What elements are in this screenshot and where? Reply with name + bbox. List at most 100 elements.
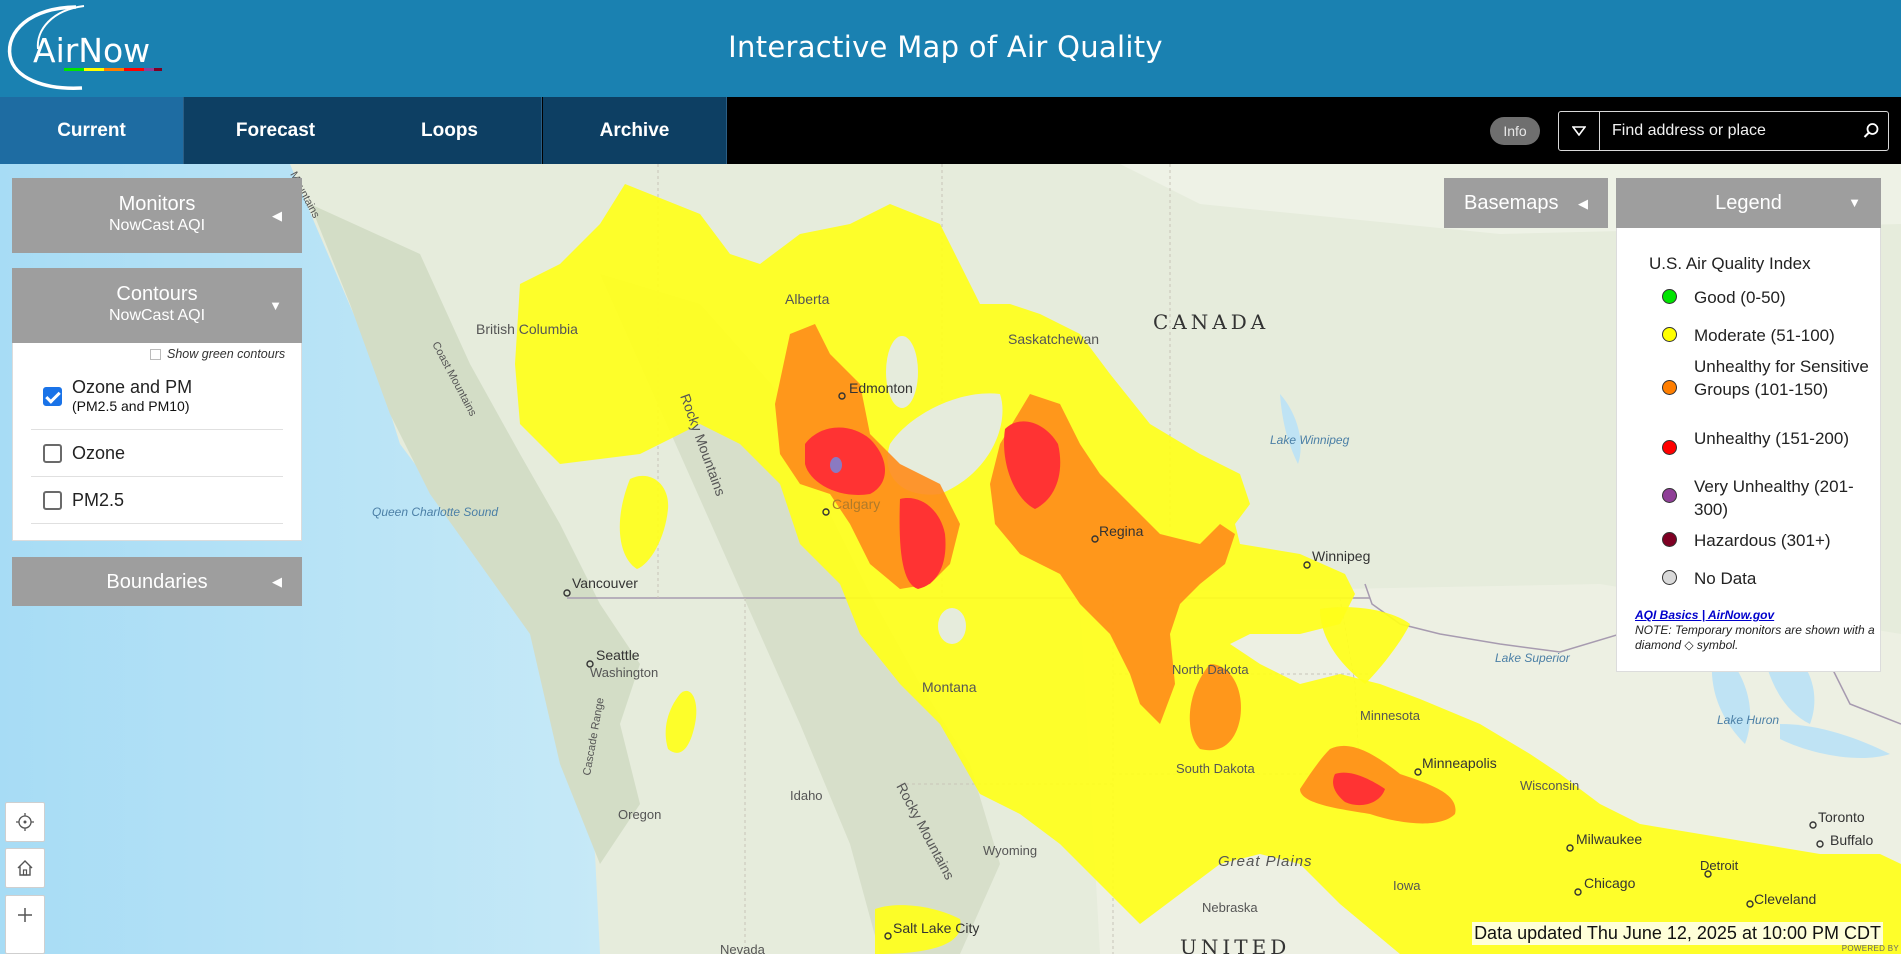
- label-wyoming: Wyoming: [983, 843, 1037, 858]
- label-montana: Montana: [922, 679, 977, 695]
- home-icon: [17, 860, 33, 876]
- option-ozone-and-pm[interactable]: Ozone and PM (PM2.5 and PM10): [31, 363, 283, 430]
- aqi-basics-link[interactable]: AQI Basics | AirNow.gov: [1635, 608, 1774, 622]
- crosshair-icon: [16, 813, 34, 831]
- legend-item-hazardous: Hazardous (301+): [1662, 529, 1872, 552]
- monitors-subtitle: NowCast AQI: [108, 217, 206, 234]
- label-winnipeg: Winnipeg: [1312, 548, 1370, 564]
- tab-current[interactable]: Current: [0, 97, 184, 164]
- label-iowa: Iowa: [1393, 878, 1421, 893]
- label-minneapolis: Minneapolis: [1422, 755, 1497, 771]
- label-great-plains: Great Plains: [1218, 853, 1313, 870]
- unhealthy-swatch: [1662, 440, 1677, 455]
- legend-item-usg: Unhealthy for Sensitive Groups (101-150): [1662, 355, 1872, 401]
- tab-archive[interactable]: Archive: [543, 97, 727, 164]
- label-alberta: Alberta: [785, 291, 830, 307]
- label-canada: CANADA: [1153, 310, 1269, 334]
- label-washington: Washington: [590, 665, 658, 680]
- legend-header[interactable]: Legend ▼: [1616, 178, 1881, 228]
- label-minnesota: Minnesota: [1360, 708, 1421, 723]
- label-nevada: Nevada: [720, 942, 766, 954]
- label-british-columbia: British Columbia: [476, 321, 578, 337]
- search-box: [1558, 111, 1889, 151]
- home-button[interactable]: [5, 848, 45, 888]
- legend-panel: U.S. Air Quality Index Good (0-50) Moder…: [1616, 228, 1881, 672]
- label-milwaukee: Milwaukee: [1576, 831, 1642, 847]
- locate-button[interactable]: [5, 802, 45, 842]
- label-vancouver: Vancouver: [572, 575, 638, 591]
- no-data-swatch: [1662, 570, 1677, 585]
- label-lake-winnipeg: Lake Winnipeg: [1270, 433, 1350, 447]
- contours-panel: Show green contours Ozone and PM (PM2.5 …: [12, 343, 302, 541]
- legend-index-title: U.S. Air Quality Index: [1649, 254, 1811, 273]
- app: AirNow Interactive Map of Air Quality Cu…: [0, 0, 1901, 954]
- label-toronto: Toronto: [1818, 809, 1865, 825]
- monitors-title: Monitors: [118, 193, 196, 215]
- monitors-panel-header[interactable]: Monitors NowCast AQI ◀: [12, 178, 302, 253]
- hazardous-swatch: [1662, 532, 1677, 547]
- legend-item-no-data: No Data: [1662, 567, 1872, 590]
- collapse-left-icon: ◀: [1578, 196, 1588, 211]
- label-south-dakota: South Dakota: [1176, 761, 1256, 776]
- legend-item-very-unhealthy: Very Unhealthy (201-300): [1662, 475, 1872, 521]
- plus-icon: [18, 908, 32, 922]
- ozone-pm-sublabel: (PM2.5 and PM10): [72, 398, 190, 414]
- zoom-in-button[interactable]: [5, 895, 45, 954]
- no-data-hole: [886, 336, 918, 408]
- label-queen-charlotte-sound: Queen Charlotte Sound: [372, 505, 498, 519]
- label-detroit: Detroit: [1700, 858, 1739, 873]
- label-saskatchewan: Saskatchewan: [1008, 331, 1099, 347]
- option-pm25[interactable]: PM2.5: [31, 478, 283, 524]
- show-green-contours-option[interactable]: Show green contours: [150, 347, 285, 361]
- no-data-hole: [938, 608, 966, 644]
- ozone-label: Ozone: [72, 443, 126, 463]
- boundaries-panel-header[interactable]: Boundaries ◀: [12, 557, 302, 606]
- ozone-pm-checkbox[interactable]: [43, 386, 62, 406]
- very-unhealthy-swatch: [1662, 488, 1677, 503]
- basemaps-button[interactable]: Basemaps ◀: [1444, 178, 1608, 228]
- contours-title: Contours: [116, 283, 198, 305]
- info-button[interactable]: Info: [1490, 117, 1540, 145]
- usg-swatch: [1662, 380, 1677, 395]
- collapse-left-icon: ◀: [272, 574, 282, 589]
- temporary-monitors-note: NOTE: Temporary monitors are shown with …: [1635, 623, 1875, 652]
- collapse-left-icon: ◀: [272, 208, 282, 223]
- pm25-label: PM2.5: [72, 490, 125, 510]
- legend-item-good: Good (0-50): [1662, 286, 1872, 309]
- label-wisconsin: Wisconsin: [1520, 778, 1579, 793]
- label-lake-superior: Lake Superior: [1495, 651, 1571, 665]
- label-regina: Regina: [1099, 523, 1144, 539]
- basemaps-label: Basemaps: [1464, 191, 1559, 214]
- label-oregon: Oregon: [618, 807, 661, 822]
- label-united: UNITED: [1180, 935, 1290, 954]
- label-chicago: Chicago: [1584, 875, 1636, 891]
- pm25-checkbox[interactable]: [43, 491, 62, 510]
- show-green-checkbox[interactable]: [150, 348, 161, 360]
- show-green-label: Show green contours: [167, 347, 286, 361]
- header: AirNow Interactive Map of Air Quality: [0, 0, 1901, 97]
- page-title: Interactive Map of Air Quality: [728, 30, 1163, 64]
- label-cleveland: Cleveland: [1754, 891, 1816, 907]
- legend-item-moderate: Moderate (51-100): [1662, 324, 1872, 347]
- label-buffalo: Buffalo: [1830, 832, 1874, 848]
- data-updated-text: Data updated Thu June 12, 2025 at 10:00 …: [1472, 922, 1883, 945]
- expand-down-icon: ▼: [1848, 195, 1861, 210]
- label-edmonton: Edmonton: [849, 380, 913, 396]
- option-ozone[interactable]: Ozone: [31, 431, 283, 477]
- search-source-dropdown[interactable]: [1559, 112, 1600, 150]
- caret-down-icon: [1572, 126, 1586, 136]
- contour-very-unhealthy: [830, 457, 842, 473]
- label-salt-lake-city: Salt Lake City: [893, 920, 979, 936]
- boundaries-title: Boundaries: [106, 571, 208, 593]
- search-icon[interactable]: [1862, 122, 1880, 140]
- ozone-checkbox[interactable]: [43, 444, 62, 463]
- contours-panel-header[interactable]: Contours NowCast AQI ▼: [12, 268, 302, 343]
- moderate-swatch: [1662, 327, 1677, 342]
- tab-forecast[interactable]: Forecast: [184, 97, 368, 164]
- label-north-dakota: North Dakota: [1172, 662, 1249, 677]
- label-nebraska: Nebraska: [1202, 900, 1258, 915]
- tab-loops[interactable]: Loops: [358, 97, 542, 164]
- legend-title: Legend: [1715, 191, 1782, 214]
- nav-bar: Current Forecast Loops Archive Info: [0, 97, 1901, 164]
- search-input[interactable]: [1612, 121, 1842, 141]
